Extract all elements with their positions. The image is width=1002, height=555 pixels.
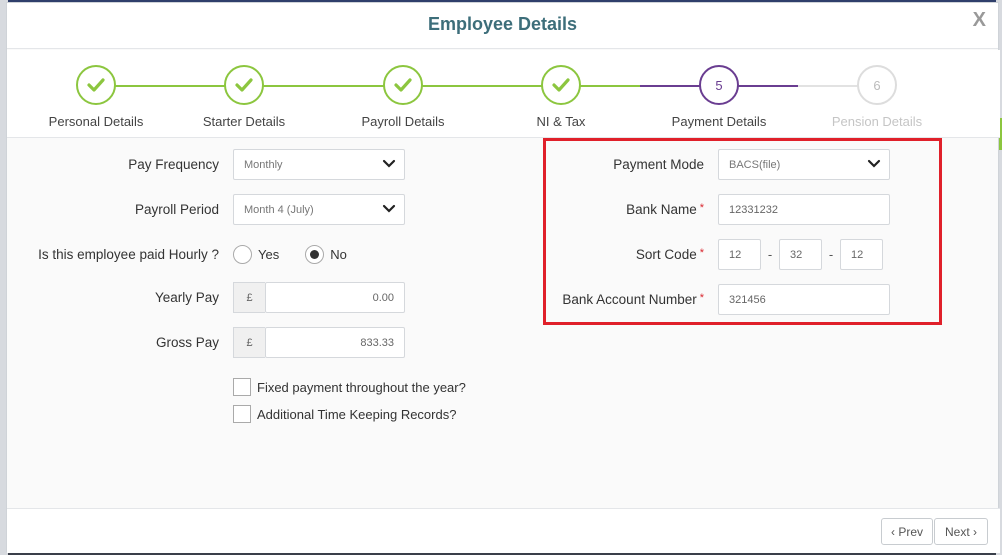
step-pension-details[interactable]: 6 Pension Details [807, 65, 947, 129]
radio-no-label: No [330, 247, 347, 262]
check-icon [552, 78, 570, 92]
wizard-stepper: Personal Details Starter Details Payroll… [7, 50, 1000, 138]
employee-details-modal: Employee Details X Personal Details Star… [6, 2, 1000, 553]
currency-addon: £ [233, 327, 265, 358]
time-keeping-checkbox[interactable] [233, 405, 251, 423]
gross-pay-row: Gross Pay £ 833.33 [27, 327, 405, 358]
step-payment-details[interactable]: 5 Payment Details [649, 65, 789, 129]
gross-pay-label: Gross Pay [155, 335, 219, 350]
pay-frequency-select[interactable]: Monthly [233, 149, 405, 180]
fixed-payment-row[interactable]: Fixed payment throughout the year? [233, 378, 466, 396]
paid-hourly-label: Is this employee paid Hourly ? [38, 247, 219, 262]
gross-pay-input[interactable]: 833.33 [265, 327, 405, 358]
step-complete-check [224, 65, 264, 105]
yearly-pay-label: Yearly Pay [154, 290, 219, 305]
step-label: Pension Details [831, 114, 923, 129]
radio-yes-label: Yes [258, 247, 280, 262]
pay-frequency-label: Pay Frequency [128, 157, 219, 172]
modal-title: Employee Details [427, 14, 578, 34]
time-keeping-label: Additional Time Keeping Records? [257, 406, 457, 422]
step-label: Payroll Details [361, 114, 445, 129]
step-complete-check [383, 65, 423, 105]
step-label: Payment Details [671, 114, 767, 129]
gross-pay-group: £ 833.33 [233, 327, 405, 358]
modal-footer: ‹ Prev Next › [7, 508, 1000, 553]
payroll-period-label: Payroll Period [134, 202, 219, 217]
paid-hourly-yes-option[interactable]: Yes [233, 245, 279, 264]
yearly-pay-row: Yearly Pay £ 0.00 [27, 282, 405, 313]
currency-addon: £ [233, 282, 265, 313]
step-label: Starter Details [202, 114, 286, 129]
pay-frequency-row: Pay Frequency Monthly [27, 149, 405, 180]
close-icon[interactable]: X [973, 9, 986, 32]
radio-yes[interactable] [233, 245, 252, 264]
step-label: NI & Tax [536, 114, 586, 129]
payroll-period-value: Month 4 (July) [244, 203, 314, 216]
payroll-period-select[interactable]: Month 4 (July) [233, 194, 405, 225]
step-ni-tax[interactable]: NI & Tax [491, 65, 631, 129]
step-starter-details[interactable]: Starter Details [174, 65, 314, 129]
payroll-period-row: Payroll Period Month 4 (July) [27, 194, 405, 225]
step-complete-check [541, 65, 581, 105]
step-complete-check [76, 65, 116, 105]
paid-hourly-row: Is this employee paid Hourly ? Yes No [27, 245, 347, 264]
fixed-payment-checkbox[interactable] [233, 378, 251, 396]
step-number: 5 [699, 65, 739, 105]
prev-button[interactable]: ‹ Prev [881, 518, 933, 545]
yearly-pay-input[interactable]: 0.00 [265, 282, 405, 313]
chevron-down-icon [382, 204, 396, 213]
chevron-down-icon [382, 159, 396, 168]
time-keeping-row[interactable]: Additional Time Keeping Records? [233, 405, 456, 423]
step-label: Personal Details [48, 114, 144, 129]
fixed-payment-label: Fixed payment throughout the year? [257, 379, 466, 395]
check-icon [87, 78, 105, 92]
step-number: 6 [857, 65, 897, 105]
pay-frequency-value: Monthly [244, 158, 283, 171]
check-icon [235, 78, 253, 92]
step-payroll-details[interactable]: Payroll Details [333, 65, 473, 129]
yearly-pay-group: £ 0.00 [233, 282, 405, 313]
modal-header: Employee Details X [7, 3, 998, 49]
radio-selected-dot [310, 250, 320, 259]
highlight-annotation-box [543, 138, 942, 325]
step-personal-details[interactable]: Personal Details [26, 65, 166, 129]
check-icon [394, 78, 412, 92]
paid-hourly-no-option[interactable]: No [305, 245, 347, 264]
radio-no[interactable] [305, 245, 325, 264]
next-button[interactable]: Next › [934, 518, 988, 545]
